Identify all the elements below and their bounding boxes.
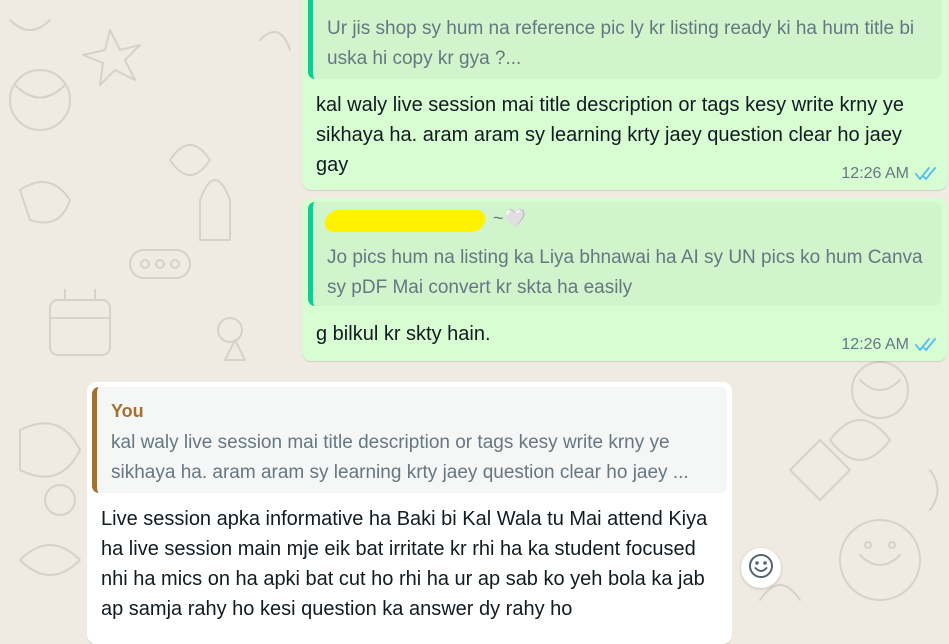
quoted-message[interactable]: You kal waly live session mai title desc…: [92, 387, 727, 493]
quoted-author: You: [111, 401, 144, 421]
message-bubble-incoming[interactable]: You kal waly live session mai title desc…: [87, 382, 732, 644]
message-bubble-outgoing[interactable]: Ur jis shop sy hum na reference pic ly k…: [302, 0, 947, 190]
message-time: 12:26 AM: [841, 336, 909, 353]
quoted-author-redacted: [322, 210, 488, 232]
message-text: Live session apka informative ha Baki bi…: [101, 508, 708, 620]
quoted-message-text: Jo pics hum na listing ka Liya bhnawai h…: [327, 247, 923, 298]
message-bubble-outgoing[interactable]: ~🤍 Jo pics hum na listing ka Liya bhnawa…: [302, 198, 947, 361]
react-emoji-button[interactable]: [741, 548, 781, 588]
message-time: 12:26 AM: [841, 165, 909, 182]
quoted-author-suffix: ~🤍: [493, 208, 526, 228]
quoted-message[interactable]: Ur jis shop sy hum na reference pic ly k…: [308, 0, 941, 79]
quoted-message-text: Ur jis shop sy hum na reference pic ly k…: [327, 18, 915, 69]
double-check-icon: [915, 167, 937, 181]
quoted-message-text: kal waly live session mai title descript…: [111, 432, 689, 483]
message-meta: 12:26 AM: [841, 336, 937, 354]
double-check-icon: [915, 338, 937, 352]
quoted-message[interactable]: ~🤍 Jo pics hum na listing ka Liya bhnawa…: [308, 202, 941, 306]
message-meta: 12:26 AM: [841, 165, 937, 183]
smiley-icon: [748, 553, 774, 584]
